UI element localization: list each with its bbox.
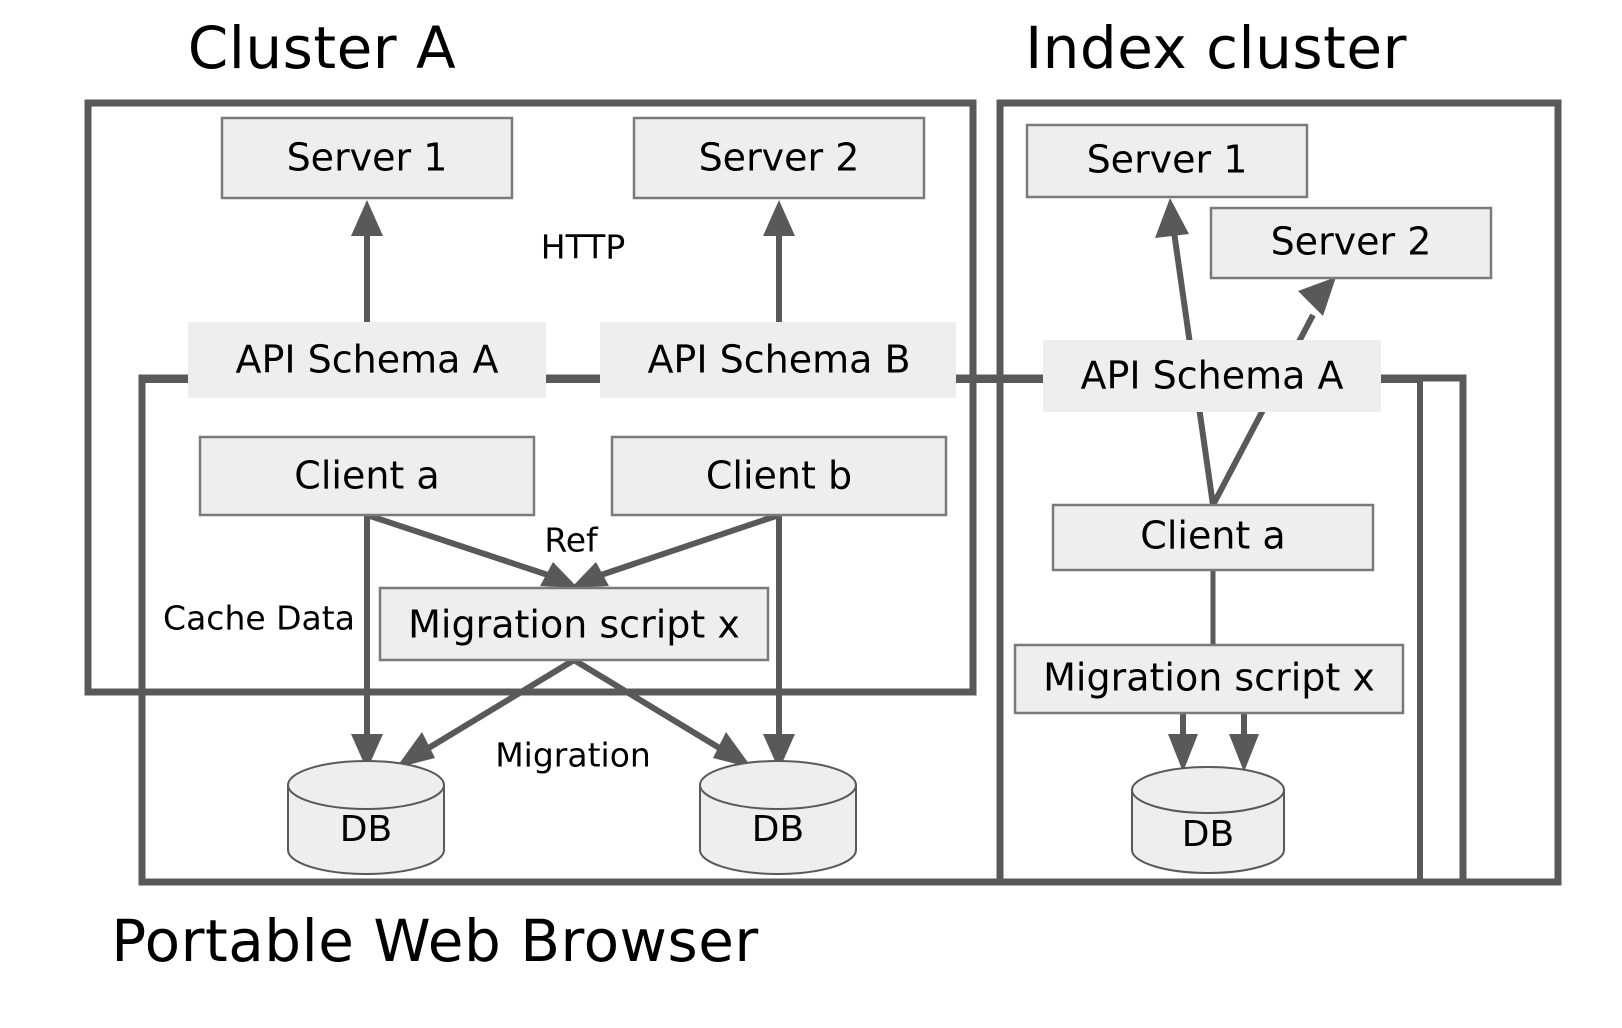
cluster-a-api-schema-a-label: API Schema A	[235, 338, 498, 382]
cluster-a-client-b-label: Client b	[706, 454, 852, 498]
node-cluster-a-api-schema-b[interactable]: API Schema B	[600, 322, 956, 398]
index-server1-label: Server 1	[1087, 138, 1248, 182]
cluster-a-server1-label: Server 1	[287, 136, 448, 180]
index-cluster-title: Index cluster	[1025, 14, 1407, 82]
cluster-a-client-a-label: Client a	[294, 454, 439, 498]
node-cluster-a-client-a[interactable]: Client a	[198, 435, 536, 517]
diagram-canvas: Cluster A Index cluster Portable Web Bro…	[84, 14, 1562, 975]
architecture-diagram: Cluster A Index cluster Portable Web Bro…	[0, 0, 1622, 1028]
arrowhead-idx-migration-db-2	[1229, 734, 1259, 772]
cluster-a-server2-label: Server 2	[699, 136, 860, 180]
edge-label-cache-data: Cache Data	[163, 599, 355, 638]
node-cluster-a-client-b[interactable]: Client b	[610, 435, 948, 517]
node-cluster-a-server2[interactable]: Server 2	[632, 116, 926, 200]
edge-label-http: HTTP	[541, 228, 625, 267]
arrowhead-idx-client-a-server1	[1155, 198, 1189, 238]
node-cluster-a-server1[interactable]: Server 1	[220, 116, 514, 200]
index-api-schema-a-label: API Schema A	[1080, 354, 1343, 398]
cluster-a-api-schema-b-label: API Schema B	[647, 338, 910, 382]
index-server2-label: Server 2	[1271, 220, 1432, 264]
index-client-a-label: Client a	[1140, 514, 1285, 558]
arrowhead-api-b-server2	[763, 200, 795, 236]
edge-label-migration: Migration	[495, 736, 651, 775]
node-cluster-a-db-left[interactable]: DB	[287, 760, 445, 875]
portable-web-browser-title: Portable Web Browser	[111, 907, 759, 975]
index-migration-script-label: Migration script x	[1043, 656, 1375, 700]
arrowhead-api-a-server1	[351, 200, 383, 236]
node-index-migration-script[interactable]: Migration script x	[1013, 643, 1405, 715]
cluster-a-db-left-label: DB	[340, 809, 392, 850]
index-db-label: DB	[1182, 814, 1234, 855]
node-index-server2[interactable]: Server 2	[1209, 206, 1493, 280]
edge-client-a-to-migration-ref	[366, 512, 558, 581]
node-cluster-a-db-right[interactable]: DB	[699, 760, 857, 875]
node-index-api-schema-a[interactable]: API Schema A	[1043, 340, 1381, 412]
arrowhead-idx-client-a-server2	[1298, 277, 1336, 316]
arrowhead-idx-migration-db-1	[1168, 734, 1198, 772]
node-index-client-a[interactable]: Client a	[1051, 503, 1375, 572]
cluster-a-migration-script-label: Migration script x	[408, 603, 740, 647]
node-cluster-a-migration-script[interactable]: Migration script x	[378, 586, 770, 662]
node-index-server1[interactable]: Server 1	[1025, 123, 1309, 199]
edge-label-ref: Ref	[544, 521, 599, 560]
edge-idx-api-a-right-path	[1380, 377, 1423, 882]
cluster-a-db-right-label: DB	[752, 809, 804, 850]
node-index-db[interactable]: DB	[1131, 766, 1285, 874]
node-cluster-a-api-schema-a[interactable]: API Schema A	[188, 322, 546, 398]
edge-client-b-to-migration-ref	[591, 512, 780, 581]
cluster-a-title: Cluster A	[188, 14, 456, 82]
